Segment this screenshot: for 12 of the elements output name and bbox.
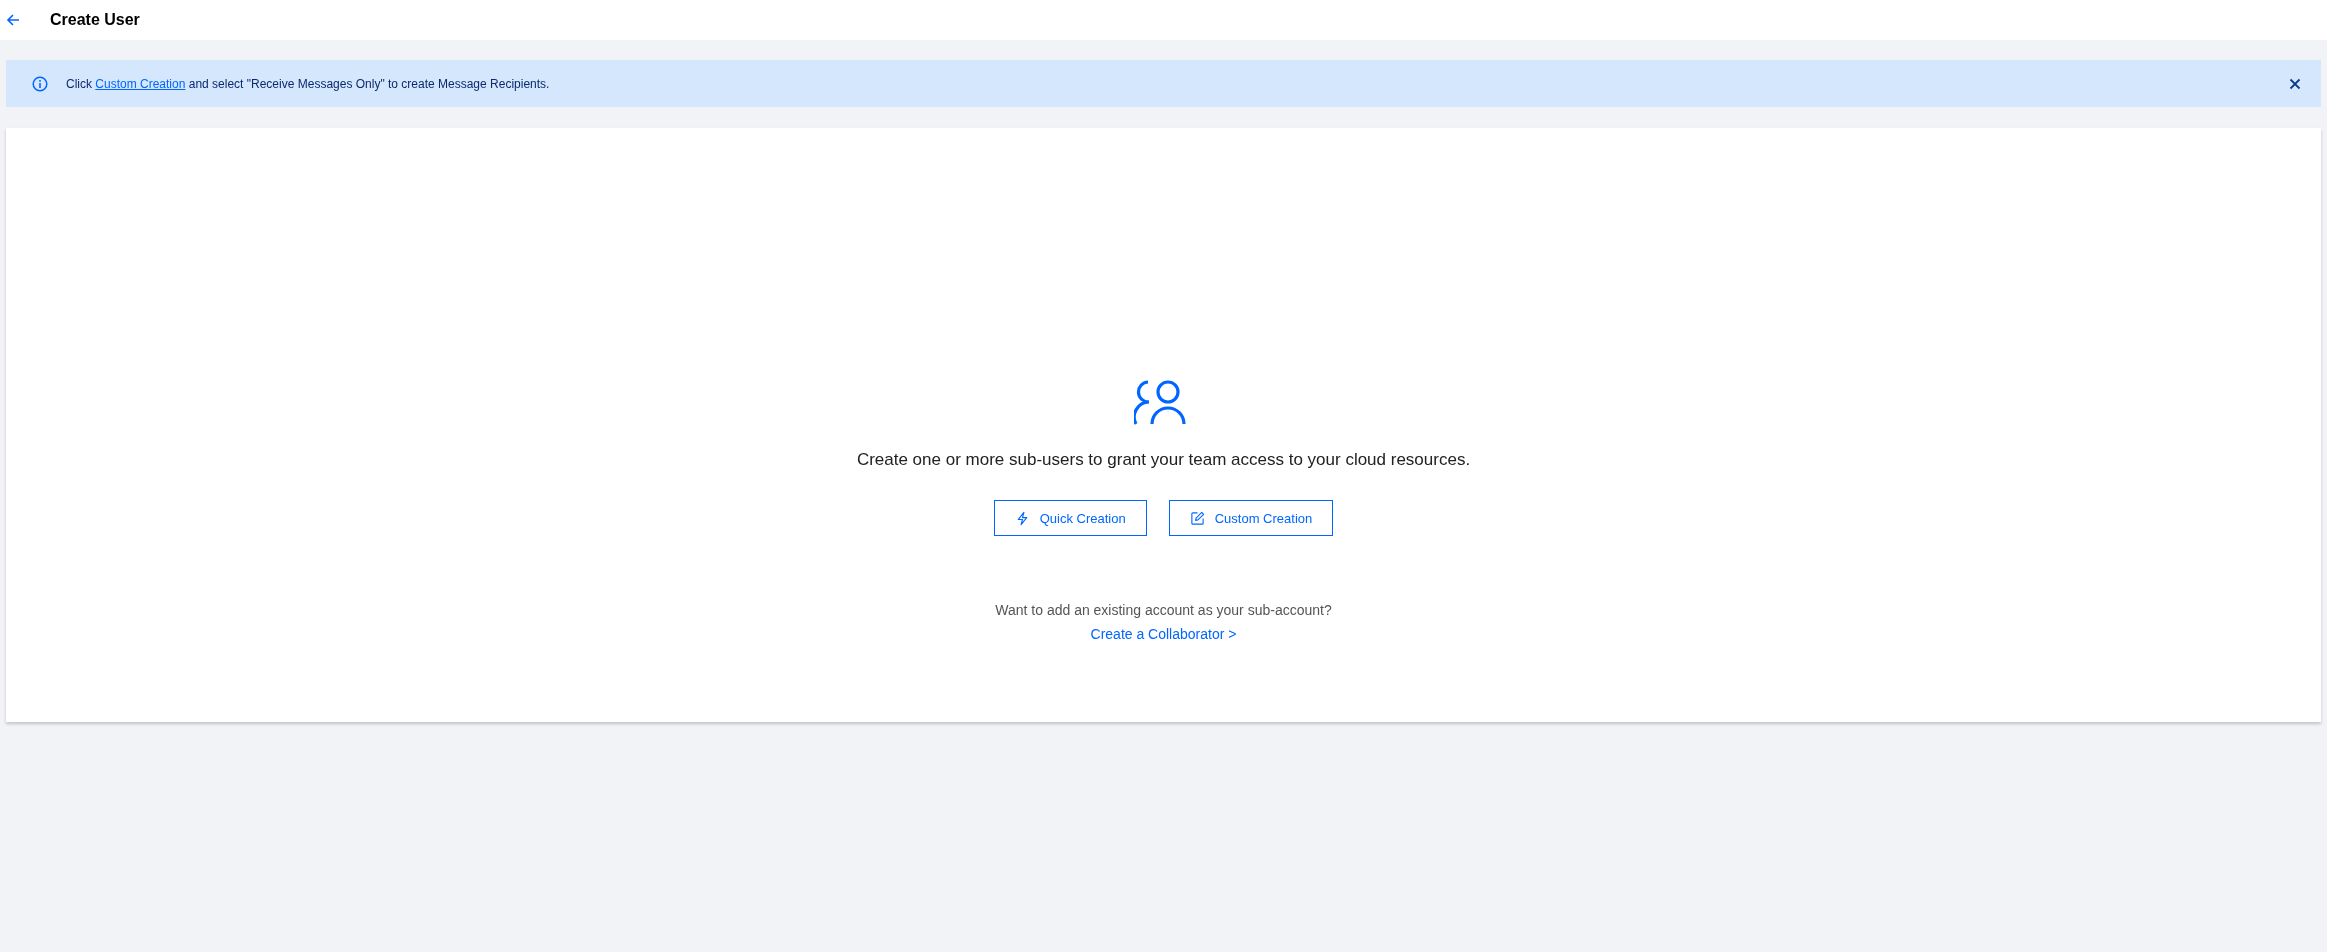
empty-state-message: Create one or more sub-users to grant your team access to your cloud resources. [856, 450, 1471, 470]
page-title: Create User [50, 11, 140, 29]
info-message: Click Custom Creation and select "Receive Messages Only" to create Message Recipients. [66, 76, 551, 91]
quick-creation-button[interactable]: Quick Creation [993, 500, 1147, 536]
edit-icon [1189, 510, 1205, 526]
back-arrow-icon[interactable] [5, 12, 21, 28]
create-collaborator-link[interactable]: Create a Collaborator > [1090, 626, 1237, 642]
info-icon [32, 75, 48, 92]
close-icon[interactable] [2289, 77, 2301, 90]
existing-account-question: Want to add an existing account as your sub-account? [995, 602, 1332, 618]
custom-creation-link[interactable]: Custom Creation [95, 76, 186, 91]
custom-creation-button[interactable]: Custom Creation [1168, 500, 1334, 536]
